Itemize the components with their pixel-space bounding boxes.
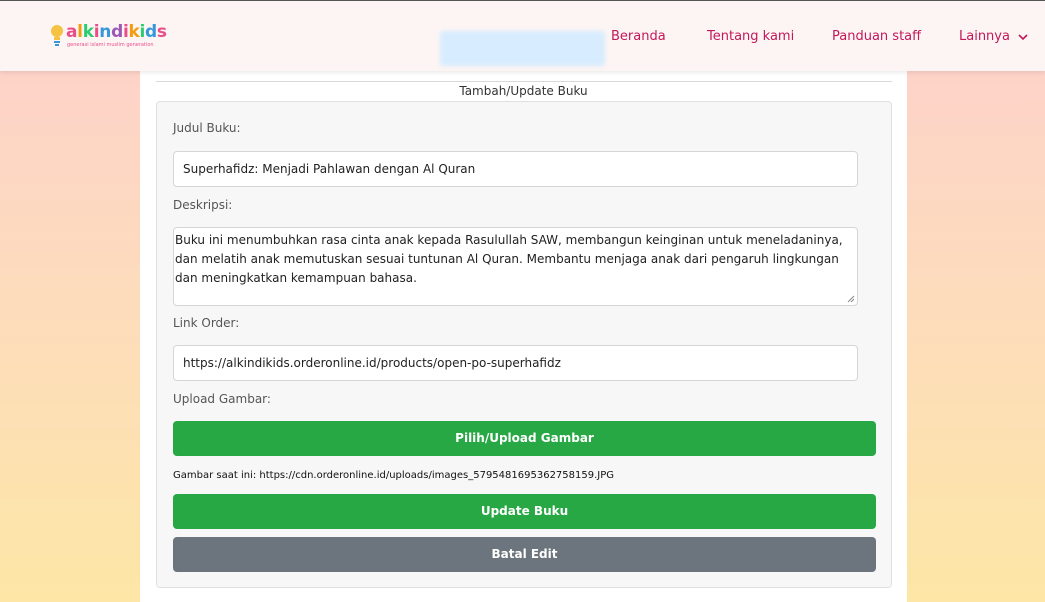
cancel-edit-button[interactable]: Batal Edit bbox=[173, 537, 876, 572]
form-title: Tambah/Update Buku bbox=[459, 84, 588, 98]
navbar: alkindikids generasi islami muslim gener… bbox=[0, 0, 1045, 71]
blurred-nav-region bbox=[440, 31, 605, 66]
brand-letter: a bbox=[66, 22, 78, 42]
chevron-down-icon bbox=[1018, 33, 1028, 40]
brand-letter: d bbox=[145, 22, 157, 42]
nav-lainnya-label: Lainnya bbox=[959, 29, 1010, 44]
resize-grip-icon[interactable] bbox=[847, 295, 855, 303]
brand-letter: s bbox=[156, 22, 167, 42]
link-order-input[interactable]: https://alkindikids.orderonline.id/produ… bbox=[173, 345, 858, 381]
main-container: Tambah/Update Buku Judul Buku: Superhafi… bbox=[140, 71, 907, 602]
brand-letter: k bbox=[82, 22, 94, 42]
deskripsi-text: Buku ini menumbuhkan rasa cinta anak kep… bbox=[175, 233, 843, 285]
brand-letter: n bbox=[99, 22, 112, 42]
brand-tagline: generasi islami muslim generation bbox=[67, 42, 154, 48]
brand-wordmark: alkindikids bbox=[66, 21, 167, 43]
nav-beranda[interactable]: Beranda bbox=[611, 29, 666, 44]
divider bbox=[156, 81, 892, 82]
judul-label: Judul Buku: bbox=[173, 121, 241, 135]
deskripsi-label: Deskripsi: bbox=[173, 198, 233, 212]
book-form-card: Judul Buku: Superhafidz: Menjadi Pahlawa… bbox=[156, 101, 892, 588]
lightbulb-icon bbox=[51, 25, 63, 46]
brand-letter: d bbox=[111, 22, 123, 42]
current-image-text: Gambar saat ini: https://cdn.orderonline… bbox=[173, 470, 615, 481]
upload-gambar-label: Upload Gambar: bbox=[173, 392, 271, 406]
nav-panduan-staff[interactable]: Panduan staff bbox=[832, 29, 921, 44]
update-book-button[interactable]: Update Buku bbox=[173, 494, 876, 529]
deskripsi-textarea[interactable]: Buku ini menumbuhkan rasa cinta anak kep… bbox=[173, 227, 858, 306]
judul-input[interactable]: Superhafidz: Menjadi Pahlawan dengan Al … bbox=[173, 151, 858, 187]
nav-lainnya-dropdown[interactable]: Lainnya bbox=[959, 29, 1028, 44]
brand-letter: k bbox=[128, 22, 140, 42]
nav-tentang-kami[interactable]: Tentang kami bbox=[707, 29, 794, 44]
link-order-label: Link Order: bbox=[173, 316, 240, 330]
upload-image-button[interactable]: Pilih/Upload Gambar bbox=[173, 421, 876, 456]
